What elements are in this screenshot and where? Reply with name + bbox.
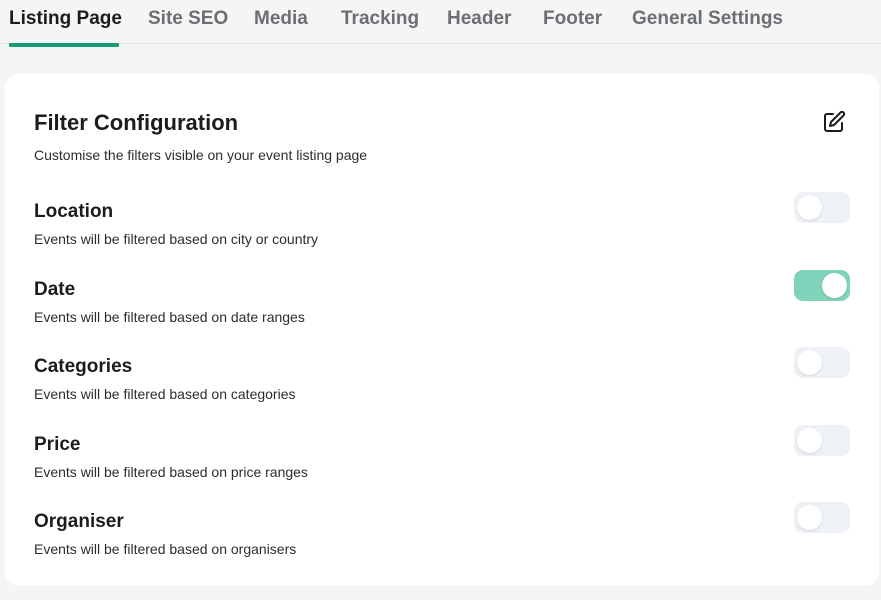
filter-description: Events will be filtered based on date ra… [34,309,305,325]
tab-footer[interactable]: Footer [543,8,602,30]
tab-listing-page[interactable]: Listing Page [9,8,122,30]
toggle-knob [797,428,822,453]
filter-description: Events will be filtered based on organis… [34,541,297,557]
filter-description: Events will be filtered based on price r… [34,464,308,480]
filter-name: Organiser [34,511,124,532]
organiser-toggle[interactable] [794,502,850,533]
edit-icon [824,110,846,132]
price-toggle[interactable] [794,425,850,456]
edit-button[interactable] [822,110,846,134]
filter-row-date: Date Events will be filtered based on da… [5,270,879,339]
tab-tracking[interactable]: Tracking [341,8,419,30]
tab-general-settings[interactable]: General Settings [632,8,783,30]
filter-row-organiser: Organiser Events will be filtered based … [5,502,879,571]
date-toggle[interactable] [794,270,850,301]
filter-name: Date [34,279,76,300]
card-subtitle: Customise the filters visible on your ev… [34,147,368,163]
filter-row-price: Price Events will be filtered based on p… [5,425,879,494]
tab-media[interactable]: Media [254,8,308,30]
tab-bar: Listing Page Site SEO Media Tracking Hea… [0,0,881,47]
location-toggle[interactable] [794,192,850,223]
filter-description: Events will be filtered based on city or… [34,231,319,247]
filter-name: Categories [34,356,133,377]
tab-site-seo[interactable]: Site SEO [148,8,228,30]
active-tab-indicator [9,43,119,47]
toggle-knob [797,350,822,375]
filter-description: Events will be filtered based on categor… [34,386,296,402]
card-title: Filter Configuration [34,110,239,135]
filter-name: Price [34,434,81,455]
filter-row-location: Location Events will be filtered based o… [5,192,879,261]
filter-row-categories: Categories Events will be filtered based… [5,347,879,416]
toggle-knob [797,505,822,530]
filter-name: Location [34,201,114,222]
toggle-knob [797,195,822,220]
filter-configuration-card: Filter Configuration Customise the filte… [5,74,879,586]
tab-header[interactable]: Header [447,8,511,30]
toggle-knob [822,273,847,298]
categories-toggle[interactable] [794,347,850,378]
